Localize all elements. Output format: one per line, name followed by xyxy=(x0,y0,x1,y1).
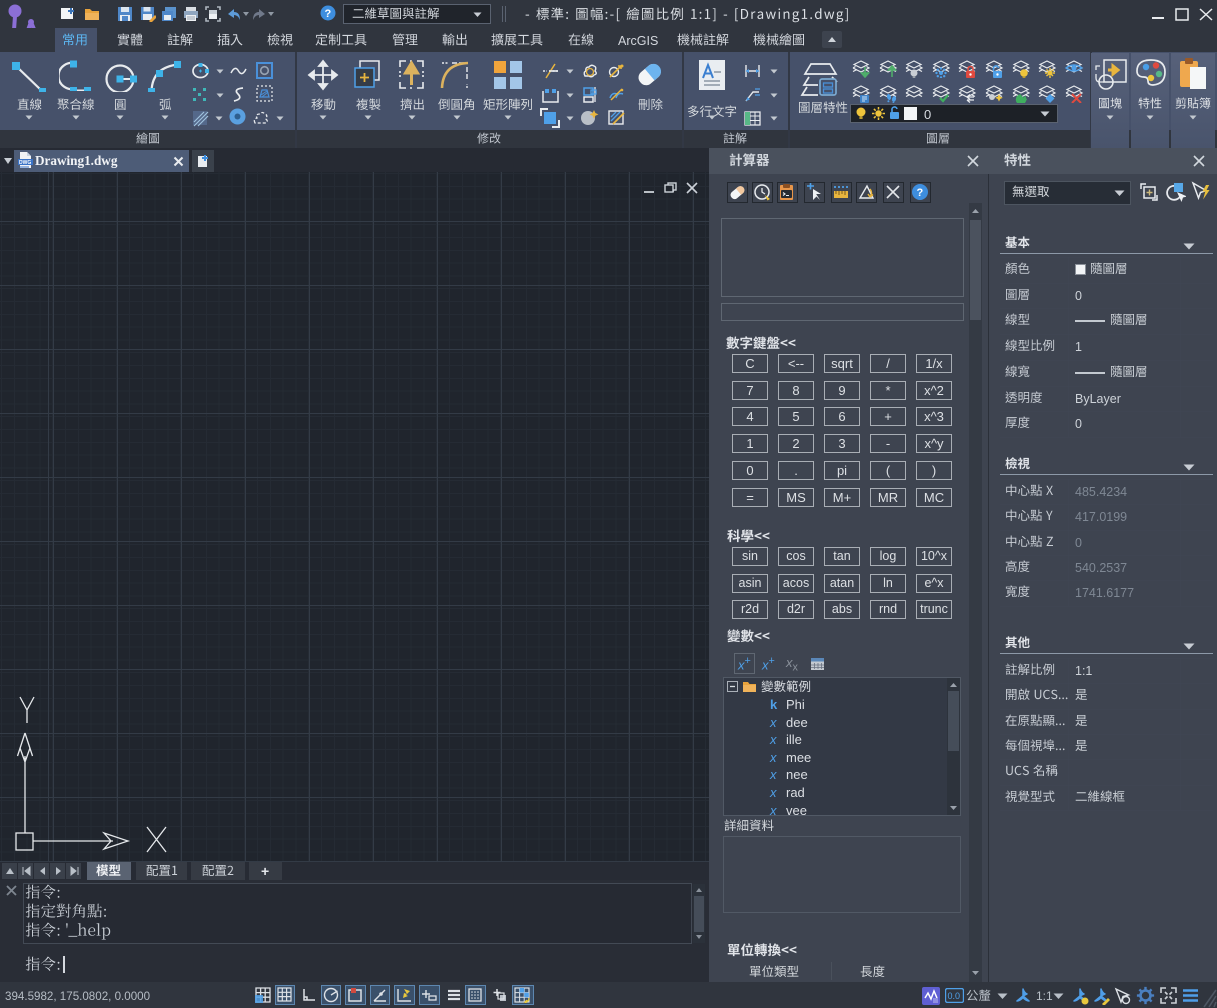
svg-text:?: ? xyxy=(917,187,924,199)
svg-text:DWG: DWG xyxy=(19,160,31,166)
svg-text:0.0: 0.0 xyxy=(948,991,961,1001)
svg-text:?: ? xyxy=(325,8,332,20)
